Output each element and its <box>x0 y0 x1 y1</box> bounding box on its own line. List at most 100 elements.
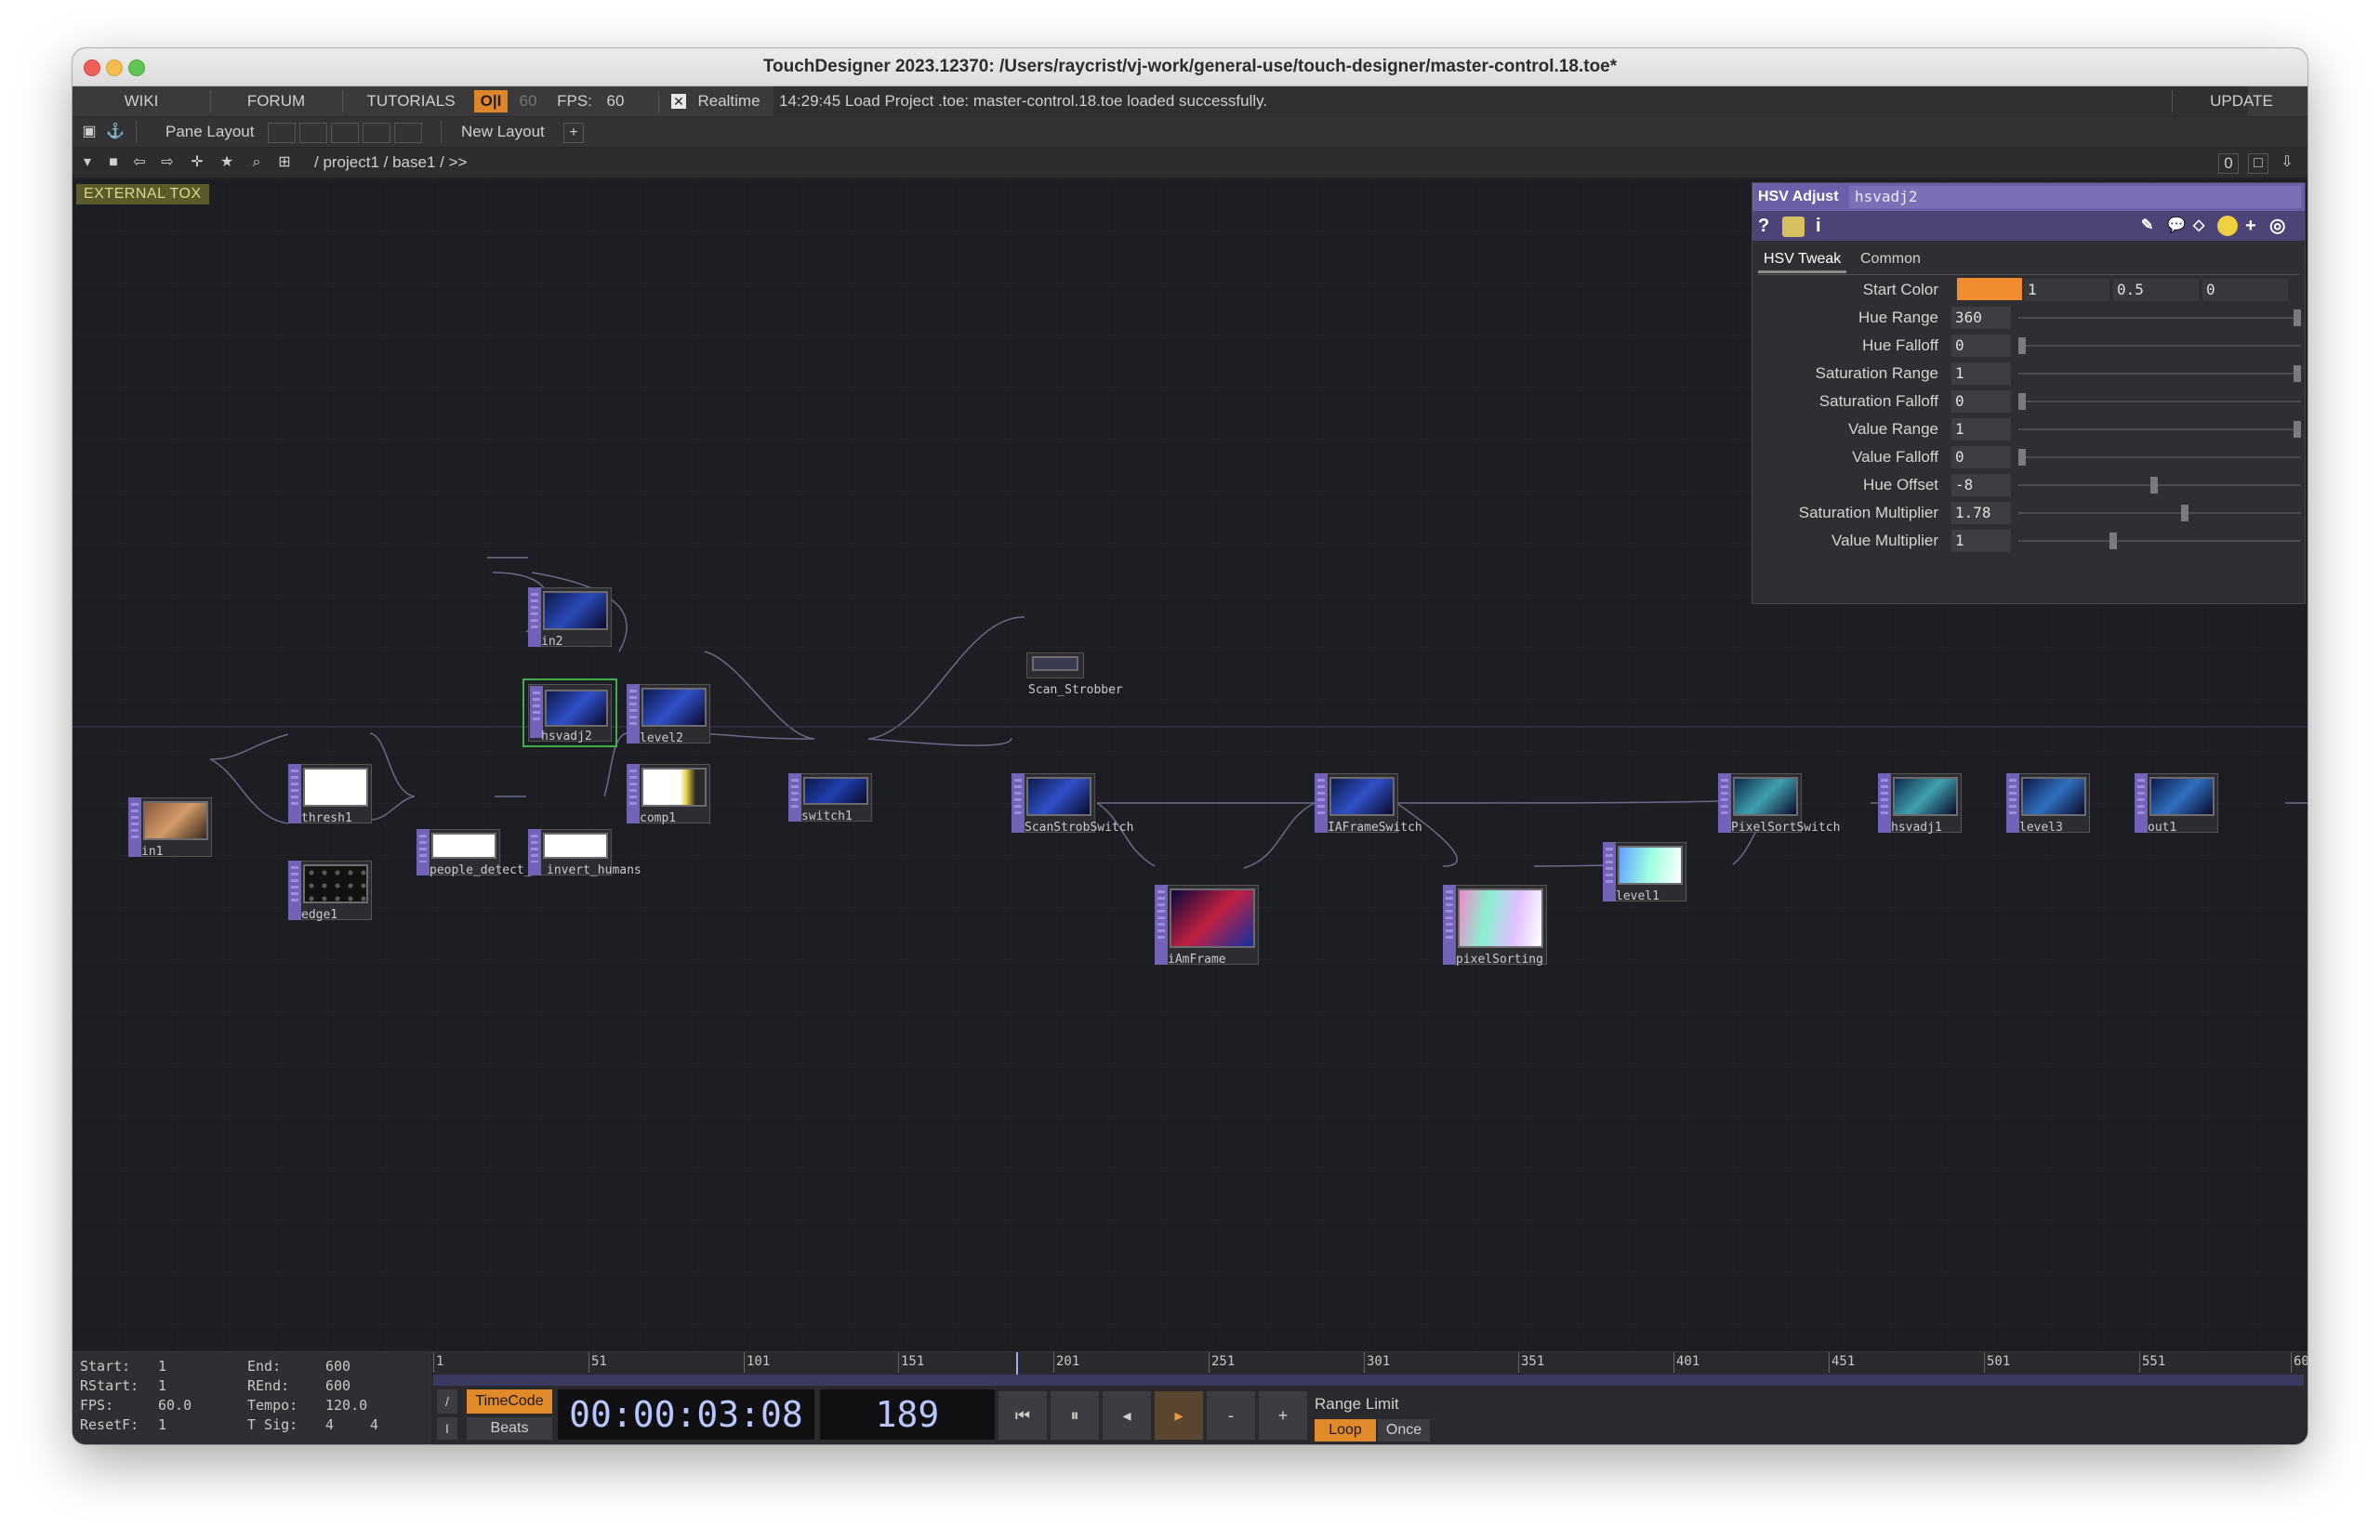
fps-value[interactable]: 60.0 <box>158 1397 192 1414</box>
node-pixelsortswitch[interactable]: PixelSortSwitch <box>1718 773 1840 835</box>
node-scan-strobber[interactable]: Scan_Strobber <box>1026 652 1123 697</box>
layout-split-h-button[interactable] <box>331 123 359 143</box>
param-value-field[interactable]: 1 <box>1951 362 2011 385</box>
timecode-mode-button[interactable]: TimeCode <box>467 1389 552 1414</box>
param-slider[interactable] <box>2018 309 2301 326</box>
frame-display[interactable]: 189 <box>820 1389 995 1440</box>
add-icon[interactable]: + <box>2245 215 2256 237</box>
anchor-icon[interactable]: ⚓ <box>106 123 125 141</box>
update-button[interactable]: UPDATE <box>2175 86 2307 116</box>
param-value-field[interactable]: 1 <box>1951 530 2011 552</box>
tempo-value[interactable]: 120.0 <box>325 1397 367 1414</box>
once-button[interactable]: Once <box>1378 1419 1430 1441</box>
wiki-button[interactable]: WIKI <box>73 86 210 116</box>
help-icon[interactable]: ? <box>1758 215 1769 237</box>
start-value[interactable]: 1 <box>158 1358 166 1375</box>
beats-mode-button[interactable]: Beats <box>467 1417 552 1440</box>
tsig-numerator[interactable]: 4 <box>325 1416 334 1433</box>
new-layout-label[interactable]: New Layout <box>461 117 545 147</box>
decrement-button[interactable]: - <box>1207 1391 1255 1440</box>
comment-icon[interactable]: 💬 <box>2167 215 2186 237</box>
slider-thumb[interactable] <box>2018 393 2026 410</box>
node-iaframeswitch[interactable]: IAFrameSwitch <box>1315 773 1422 835</box>
slider-thumb[interactable] <box>2150 477 2158 494</box>
color-r-field[interactable]: 1 <box>2024 279 2109 301</box>
node-scanstrobswitch[interactable]: ScanStrobSwitch <box>1012 773 1133 835</box>
tab-hsv-tweak[interactable]: HSV Tweak <box>1758 248 1847 273</box>
node-out1[interactable]: out1 <box>2135 773 2218 835</box>
slider-thumb[interactable] <box>2294 365 2301 382</box>
color-g-field[interactable]: 0.5 <box>2113 279 2199 301</box>
node-thresh1[interactable]: thresh1 <box>288 764 372 825</box>
slider-thumb[interactable] <box>2109 533 2117 549</box>
param-slider[interactable] <box>2018 421 2301 438</box>
pause-icon[interactable]: ⏸ <box>1051 1391 1099 1440</box>
layout-split-v-button[interactable] <box>299 123 327 143</box>
python-icon[interactable] <box>2217 216 2238 236</box>
param-value-field[interactable]: 0 <box>1951 446 2011 468</box>
layout-single-button[interactable] <box>268 123 296 143</box>
param-slider[interactable] <box>2018 477 2301 494</box>
rstart-value[interactable]: 1 <box>158 1377 166 1394</box>
end-value[interactable]: 600 <box>325 1358 350 1375</box>
rend-value[interactable]: 600 <box>325 1377 350 1394</box>
slider-thumb[interactable] <box>2018 449 2026 466</box>
forward-arrow-icon[interactable]: ⇨ <box>158 153 177 172</box>
perform-mode-toggle[interactable]: O|I <box>474 90 508 112</box>
stop-icon[interactable]: ■ <box>104 153 123 172</box>
param-value-field[interactable]: 1 <box>1951 418 2011 441</box>
param-value-field[interactable]: -8 <box>1951 474 2011 496</box>
maximize-pane-icon[interactable]: □ <box>2248 153 2268 174</box>
tutorials-button[interactable]: TUTORIALS <box>342 86 480 116</box>
layout-triple-button[interactable] <box>363 123 390 143</box>
timeline-ruler[interactable]: 151101151201251301351401451501551600 <box>433 1352 2307 1375</box>
node-people-detect-switch[interactable]: people_detect_switch <box>416 829 575 877</box>
search-icon[interactable]: ⌕ <box>247 153 266 172</box>
param-slider[interactable] <box>2018 337 2301 354</box>
target-icon[interactable]: ◎ <box>2269 215 2285 237</box>
param-slider[interactable] <box>2018 393 2301 410</box>
param-value-field[interactable]: 360 <box>1951 307 2011 329</box>
node-invert-humans[interactable]: invert_humans <box>528 829 641 877</box>
node-level3[interactable]: level3 <box>2006 773 2090 835</box>
color-b-field[interactable]: 0 <box>2202 279 2288 301</box>
add-layout-button[interactable]: + <box>563 123 584 143</box>
color-swatch[interactable] <box>1957 278 2022 300</box>
node-hsvadj2-selected[interactable]: hsvadj2 <box>522 678 617 747</box>
fps-limit[interactable]: 60 <box>509 86 547 116</box>
node-comp1[interactable]: comp1 <box>627 764 710 825</box>
increment-button[interactable]: + <box>1259 1391 1307 1440</box>
info-icon[interactable]: i <box>1816 215 1821 237</box>
layout-quad-button[interactable] <box>394 123 422 143</box>
param-value-field[interactable]: 0 <box>1951 390 2011 413</box>
realtime-checkbox[interactable]: ✕ <box>671 94 686 109</box>
param-slider[interactable] <box>2018 505 2301 521</box>
rewind-icon[interactable]: ⏮ <box>998 1391 1047 1440</box>
tab-common[interactable]: Common <box>1855 248 1926 270</box>
play-icon[interactable]: ▸ <box>1155 1391 1203 1440</box>
node-level2[interactable]: level2 <box>627 684 710 745</box>
node-edge1[interactable]: edge1 <box>288 861 372 922</box>
chevron-down-icon[interactable]: ▾ <box>78 153 97 172</box>
home-icon[interactable]: ✛ <box>188 153 206 172</box>
clone-icon[interactable]: ◇ <box>2193 215 2204 237</box>
python-help-icon[interactable] <box>1782 217 1805 237</box>
node-hsvadj1[interactable]: hsvadj1 <box>1878 773 1962 835</box>
node-level1[interactable]: level1 <box>1603 842 1686 903</box>
slider-thumb[interactable] <box>2018 337 2026 354</box>
node-switch1[interactable]: switch1 <box>788 773 872 823</box>
tsig-denominator[interactable]: 4 <box>370 1416 378 1433</box>
bookmark-star-icon[interactable]: ★ <box>218 153 236 172</box>
slider-thumb[interactable] <box>2181 505 2188 521</box>
forum-button[interactable]: FORUM <box>210 86 342 116</box>
node-pixelsorting[interactable]: pixelSorting <box>1443 885 1547 967</box>
param-slider[interactable] <box>2018 533 2301 549</box>
back-arrow-icon[interactable]: ⇦ <box>130 153 149 172</box>
timeline-menu-icon[interactable]: / <box>437 1389 457 1414</box>
param-value-field[interactable]: 0 <box>1951 335 2011 357</box>
slider-thumb[interactable] <box>2294 421 2301 438</box>
loop-button[interactable]: Loop <box>1315 1419 1376 1441</box>
node-iamframe[interactable]: iAmFrame <box>1155 885 1259 967</box>
param-slider[interactable] <box>2018 449 2301 466</box>
image-icon[interactable]: ▣ <box>80 123 99 141</box>
